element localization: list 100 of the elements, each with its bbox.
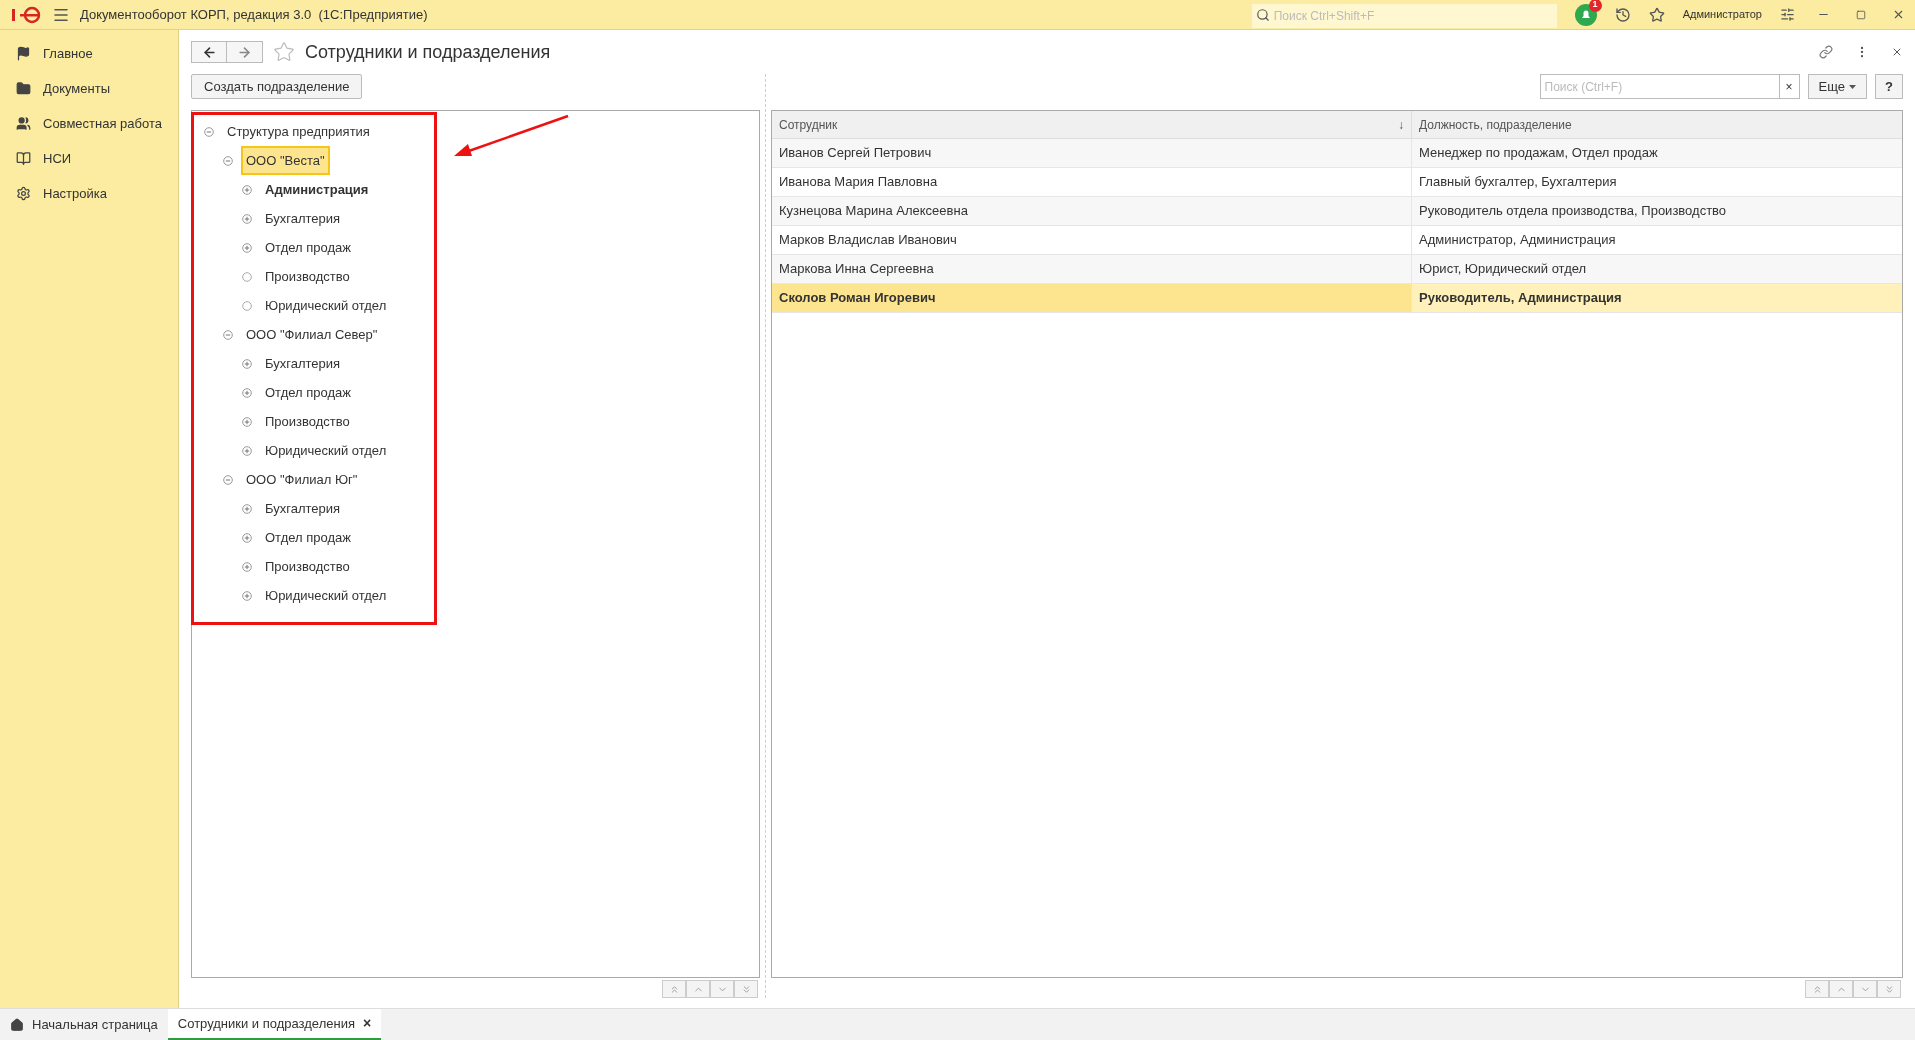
- sidebar-item[interactable]: Совместная работа: [0, 106, 178, 141]
- table-row[interactable]: Сколов Роман Игоревич Руководитель, Администрация: [772, 284, 1902, 313]
- table-row[interactable]: Иванова Мария Павловна Главный бухгалтер, Бухгалтерия: [772, 168, 1902, 197]
- global-search-field[interactable]: Поиск Ctrl+Shift+F: [1251, 3, 1557, 28]
- table-cell-text: Менеджер по продажам, Отдел продаж: [1418, 144, 1659, 163]
- tree-item[interactable]: Юридический отдел: [260, 435, 392, 466]
- first-page-button[interactable]: [662, 980, 686, 998]
- expand-icon[interactable]: [242, 445, 252, 456]
- sidebar-item[interactable]: Настройка: [0, 176, 178, 211]
- table-cell: Маркова Инна Сергеевна: [772, 255, 1412, 283]
- expand-icon[interactable]: [242, 358, 252, 369]
- expand-icon[interactable]: [242, 503, 252, 514]
- flag-icon: [16, 46, 31, 61]
- people-icon: [16, 116, 31, 131]
- table-cell-text: Юрист, Юридический отдел: [1418, 260, 1588, 279]
- leaf-node-icon: [242, 300, 252, 311]
- expand-icon[interactable]: [242, 416, 252, 427]
- table-cell: Кузнецова Марина Алексеевна: [772, 197, 1412, 225]
- expand-icon[interactable]: [242, 184, 252, 195]
- expand-icon[interactable]: [242, 242, 252, 253]
- expand-icon[interactable]: [242, 590, 252, 601]
- sort-indicator: ↓: [1398, 116, 1404, 134]
- table-cell-text: Администратор, Администрация: [1418, 231, 1617, 250]
- expand-icon[interactable]: [242, 387, 252, 398]
- sidebar-item[interactable]: Главное: [0, 36, 178, 71]
- expand-icon[interactable]: [242, 532, 252, 543]
- table-row[interactable]: Иванов Сергей Петрович Менеджер по продажам, Отдел продаж: [772, 139, 1902, 168]
- caret-icon: [1849, 84, 1856, 89]
- tree-item[interactable]: Отдел продаж: [260, 377, 356, 408]
- table-row[interactable]: Марков Владислав Иванович Администратор, Администрация: [772, 226, 1902, 255]
- down-button[interactable]: [710, 980, 734, 998]
- more-button[interactable]: Еще: [1807, 74, 1867, 99]
- table-cell: Иванова Мария Павловна: [772, 168, 1412, 196]
- last-page-button[interactable]: [1877, 980, 1901, 998]
- settings-icon[interactable]: [1780, 7, 1795, 22]
- search-icon: [1255, 7, 1270, 22]
- open-tab[interactable]: Сотрудники и подразделения ×: [167, 1009, 382, 1040]
- table-row[interactable]: Маркова Инна Сергеевна Юрист, Юридический отдел: [772, 255, 1902, 284]
- list-search-field[interactable]: Поиск (Ctrl+F): [1539, 74, 1780, 99]
- table-cell-text: Руководитель отдела производства, Производство: [1418, 202, 1728, 221]
- sidebar-item[interactable]: НСИ: [0, 141, 178, 176]
- collapse-icon[interactable]: [223, 474, 233, 485]
- back-button[interactable]: [191, 41, 227, 63]
- table-row[interactable]: Кузнецова Марина Алексеевна Руководитель отдела производства, Производство: [772, 197, 1902, 226]
- tree-item[interactable]: ООО "Филиал Юг": [241, 464, 363, 495]
- first-page-button[interactable]: [1805, 980, 1829, 998]
- table-cell-text: Главный бухгалтер, Бухгалтерия: [1418, 173, 1618, 192]
- star-icon[interactable]: [1648, 6, 1665, 23]
- expand-icon[interactable]: [242, 213, 252, 224]
- form-title: Сотрудники и подразделения: [305, 40, 551, 64]
- clear-button[interactable]: ×: [1779, 74, 1800, 99]
- tree-item[interactable]: Производство: [260, 261, 355, 292]
- tree-item[interactable]: Производство: [260, 551, 355, 582]
- history-icon[interactable]: [1614, 6, 1631, 23]
- up-button[interactable]: [1829, 980, 1853, 998]
- folder-icon: [16, 81, 31, 96]
- tree-item[interactable]: Отдел продаж: [260, 522, 356, 553]
- tree-item[interactable]: Бухгалтерия: [260, 348, 346, 379]
- book-icon: [16, 151, 31, 166]
- tree-item[interactable]: ООО "Веста": [241, 145, 330, 176]
- table-cell-text: Руководитель, Администрация: [1418, 289, 1623, 308]
- column-header[interactable]: Должность, подразделение: [1412, 111, 1902, 138]
- table-cell: Марков Владислав Иванович: [772, 226, 1412, 254]
- notification-badge: 1: [1588, 0, 1602, 12]
- close-tab-button[interactable]: ×: [362, 1013, 372, 1034]
- home-icon: [10, 1017, 24, 1032]
- restore-icon[interactable]: [1856, 9, 1866, 20]
- expand-icon[interactable]: [242, 561, 252, 572]
- collapse-icon[interactable]: [204, 126, 214, 137]
- tree-item[interactable]: Производство: [260, 406, 355, 437]
- link-icon[interactable]: [1819, 45, 1833, 59]
- tree-item[interactable]: Бухгалтерия: [260, 203, 346, 234]
- collapse-icon[interactable]: [223, 329, 233, 340]
- tree-item[interactable]: Юридический отдел: [260, 580, 392, 611]
- tree-item[interactable]: ООО "Филиал Север": [241, 319, 383, 350]
- tree-item[interactable]: Бухгалтерия: [260, 493, 346, 524]
- tree-item[interactable]: Отдел продаж: [260, 232, 356, 263]
- table-cell: Сколов Роман Игоревич: [772, 284, 1412, 312]
- tree-item[interactable]: Администрация: [260, 174, 374, 205]
- close-icon[interactable]: [1892, 8, 1905, 21]
- help-button[interactable]: ?: [1875, 74, 1903, 99]
- create-department-button[interactable]: Создать подразделение: [191, 74, 363, 100]
- sidebar-item[interactable]: Документы: [0, 71, 178, 106]
- favorite-star-icon[interactable]: [273, 41, 295, 63]
- tree-item[interactable]: Юридический отдел: [260, 290, 392, 321]
- last-page-button[interactable]: [734, 980, 758, 998]
- tree-item[interactable]: Структура предприятия: [222, 116, 375, 147]
- up-button[interactable]: [686, 980, 710, 998]
- column-header[interactable]: Сотрудник ↓: [772, 111, 1412, 138]
- leaf-node-icon: [242, 271, 252, 282]
- user-name[interactable]: Администратор: [1682, 6, 1762, 23]
- arrow-right-icon: [237, 44, 252, 60]
- close-icon[interactable]: [1891, 46, 1903, 58]
- app-logo: [10, 5, 42, 24]
- bell-icon[interactable]: [1574, 3, 1597, 26]
- open-tab[interactable]: Начальная страница: [0, 1009, 168, 1040]
- window-title: Документооборот КОРП, редакция 3.0 (1С:Предприятие): [80, 5, 428, 24]
- gear-icon: [16, 186, 31, 201]
- down-button[interactable]: [1853, 980, 1877, 998]
- collapse-icon[interactable]: [223, 155, 233, 166]
